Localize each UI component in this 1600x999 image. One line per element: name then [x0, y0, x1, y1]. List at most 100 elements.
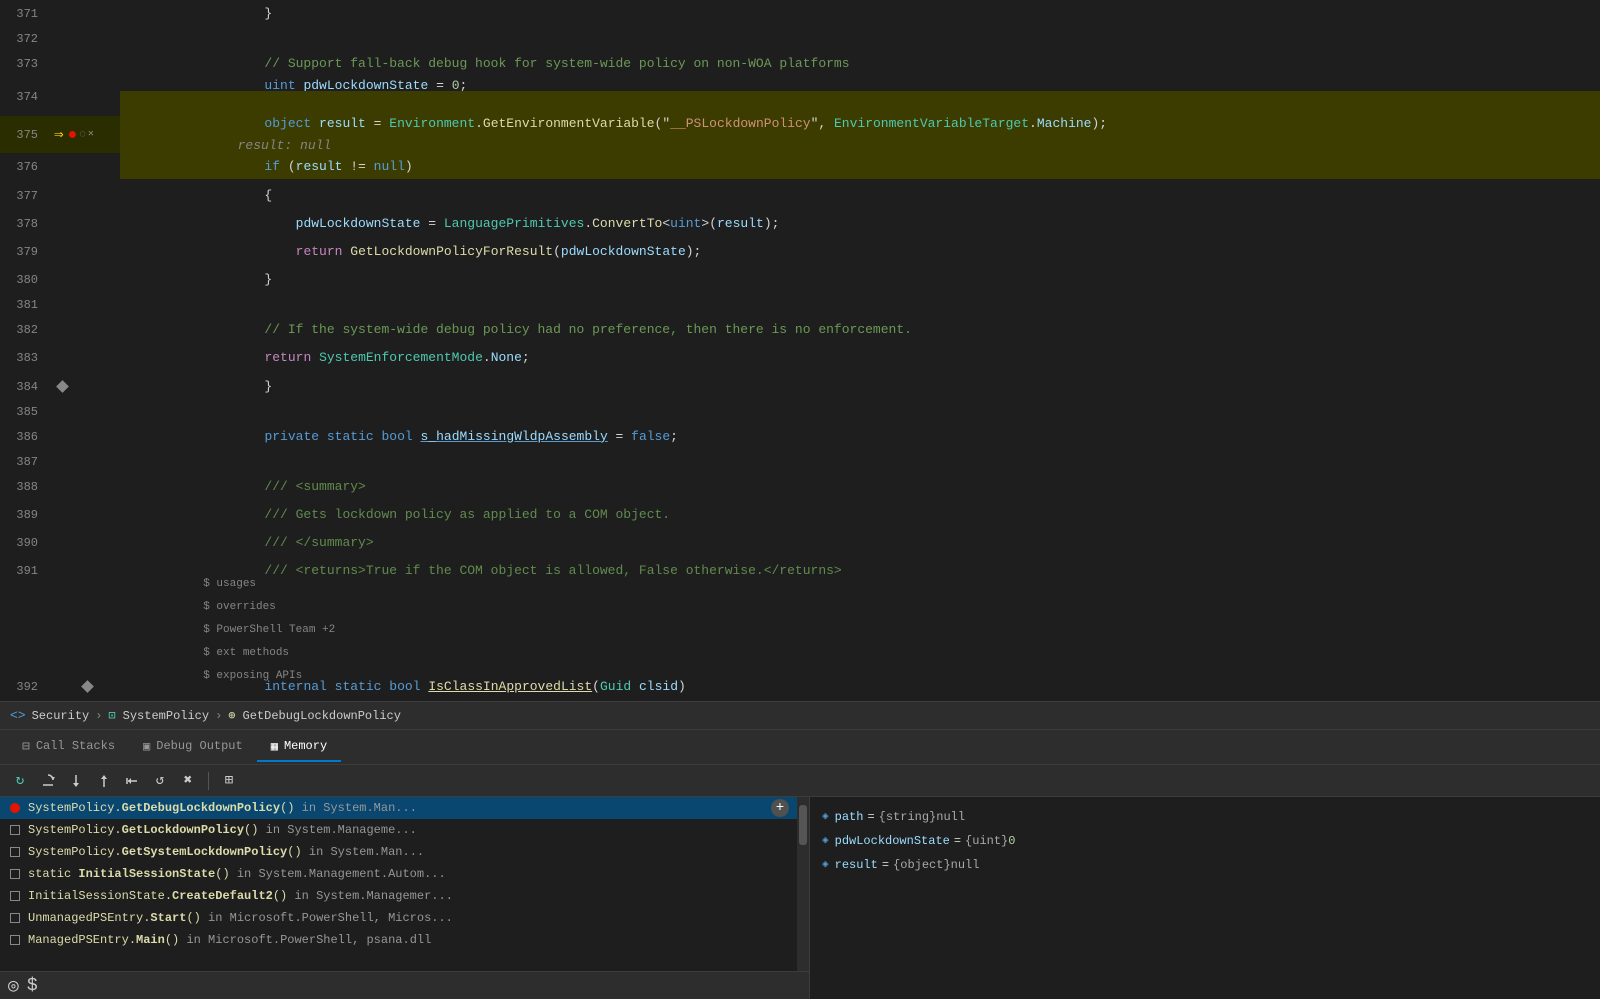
- tab-memory-label: Memory: [284, 739, 327, 753]
- diamond-icon: [81, 681, 94, 694]
- tab-call-stacks[interactable]: ⊟ Call Stacks: [8, 733, 129, 762]
- class-icon: ⊡: [108, 708, 115, 723]
- cs-gray-icon-4: [8, 889, 22, 903]
- breadcrumb-security[interactable]: Security: [32, 709, 90, 723]
- cs-lib-4: in System.Managemer...: [287, 889, 453, 903]
- var-equals-path: =: [867, 807, 874, 827]
- line-number: .: [0, 618, 50, 640]
- line-number: 386: [0, 426, 50, 448]
- tab-debug-output[interactable]: ▣ Debug Output: [129, 733, 257, 762]
- call-stack-item-6[interactable]: ManagedPSEntry.Main() in Microsoft.Power…: [0, 929, 797, 951]
- var-icon-pdw: ◈: [822, 831, 829, 851]
- cs-method-2: SystemPolicy.GetSystemLockdownPolicy(): [28, 845, 302, 859]
- line-number: 377: [0, 185, 50, 207]
- breadcrumb-sep1: ›: [95, 709, 102, 723]
- step-over-button[interactable]: [36, 769, 60, 793]
- var-name-path: path: [835, 807, 864, 827]
- var-icon-result: ◈: [822, 855, 829, 875]
- line-number: 371: [0, 3, 50, 25]
- step-out-icon: [95, 772, 113, 790]
- line-number: 382: [0, 319, 50, 341]
- continue-button[interactable]: ↻: [8, 769, 32, 793]
- call-stack-item-2[interactable]: SystemPolicy.GetSystemLockdownPolicy() i…: [0, 841, 797, 863]
- line-content[interactable]: internal static bool IsClassInApprovedLi…: [120, 654, 1600, 701]
- line-number: 374: [0, 86, 50, 108]
- cs-lib-5: in Microsoft.PowerShell, Micros...: [201, 911, 453, 925]
- cs-gray-icon-1: [8, 823, 22, 837]
- code-area: 371 } 372 373 // Support fall-back debug: [0, 0, 1600, 701]
- var-equals-pdw: =: [954, 831, 961, 851]
- step-into-icon: [67, 772, 85, 790]
- toolbar-row: ↻: [0, 765, 1600, 797]
- var-name-result: result: [835, 855, 878, 875]
- var-type-pdw: {uint}: [965, 831, 1008, 851]
- cs-lib-0: in System.Man...: [294, 801, 416, 815]
- terminal-icon[interactable]: $: [27, 976, 38, 996]
- var-item-pdwlockdownstate: ◈ pdwLockdownState = {uint} 0: [818, 829, 1592, 853]
- line-number: 375: [0, 124, 50, 146]
- step-over-icon: [39, 772, 57, 790]
- breakpoint-icon: ●: [68, 124, 78, 146]
- cs-lib-1: in System.Manageme...: [258, 823, 416, 837]
- call-stack-item-1[interactable]: SystemPolicy.GetLockdownPolicy() in Syst…: [0, 819, 797, 841]
- line-number: 372: [0, 28, 50, 50]
- step-out-button[interactable]: [92, 769, 116, 793]
- cs-lib-2: in System.Man...: [302, 845, 424, 859]
- cs-lib-6: in Microsoft.PowerShell, psana.dll: [179, 933, 431, 947]
- code-line-392: 392 internal static bool IsClassInApprov…: [0, 673, 1600, 701]
- line-number: 373: [0, 53, 50, 75]
- tab-memory[interactable]: ▦ Memory: [257, 733, 341, 762]
- cs-method-4: InitialSessionState.CreateDefault2(): [28, 889, 287, 903]
- stack-icon: ⊟: [22, 739, 30, 754]
- breadcrumb-systempolicy[interactable]: ⊡ SystemPolicy: [108, 708, 209, 723]
- var-item-path: ◈ path = {string} null: [818, 805, 1592, 829]
- step-into-button[interactable]: [64, 769, 88, 793]
- step-back-icon: [123, 772, 141, 790]
- line-number: 379: [0, 241, 50, 263]
- line-number: 384: [0, 376, 50, 398]
- call-stack-item-0[interactable]: SystemPolicy.GetDebugLockdownPolicy() in…: [0, 797, 797, 819]
- breadcrumb-bar: <> Security › ⊡ SystemPolicy › ⊕ GetDebu…: [0, 701, 1600, 729]
- cs-gray-icon-5: [8, 911, 22, 925]
- line-gutter: ⇒ ● ◌ ✕: [50, 124, 120, 146]
- code-line-386: 386 private static bool s_hadMissingWldp…: [0, 423, 1600, 451]
- line-number: 391: [0, 560, 50, 582]
- cs-method-1: SystemPolicy.GetLockdownPolicy(): [28, 823, 258, 837]
- var-value-result: null: [951, 855, 980, 875]
- tab-debug-output-label: Debug Output: [156, 739, 242, 753]
- variables-panel: ◈ path = {string} null ◈ pdwLockdownStat…: [810, 797, 1600, 999]
- breakpoints-button[interactable]: ⊞: [217, 769, 241, 793]
- var-type-result: {object}: [893, 855, 951, 875]
- call-stack-item-5[interactable]: UnmanagedPSEntry.Start() in Microsoft.Po…: [0, 907, 797, 929]
- code-line-384: 384 }: [0, 373, 1600, 401]
- line-number: 381: [0, 294, 50, 316]
- add-button-0[interactable]: +: [767, 799, 789, 817]
- editor-container: 371 } 372 373 // Support fall-back debug: [0, 0, 1600, 999]
- bottom-tabs: ⊟ Call Stacks ▣ Debug Output ▦ Memory: [0, 730, 1600, 765]
- cs-scrollbar[interactable]: [797, 797, 809, 971]
- debug-arrow-icon: ⇒: [54, 124, 64, 146]
- call-stack-item-3[interactable]: static InitialSessionState() in System.M…: [0, 863, 797, 885]
- cs-gray-icon-6: [8, 933, 22, 947]
- eye-icon[interactable]: ◎: [8, 975, 19, 997]
- breadcrumb-sep2: ›: [215, 709, 222, 723]
- step-icon: ◌: [79, 124, 86, 146]
- step-back-button[interactable]: [120, 769, 144, 793]
- restart-button[interactable]: ↺: [148, 769, 172, 793]
- call-stack-item-4[interactable]: InitialSessionState.CreateDefault2() in …: [0, 885, 797, 907]
- breadcrumb-method[interactable]: ⊕ GetDebugLockdownPolicy: [228, 708, 401, 723]
- line-number: 378: [0, 213, 50, 235]
- var-value-path: null: [936, 807, 965, 827]
- disconnect-button[interactable]: ✖: [176, 769, 200, 793]
- add-icon[interactable]: +: [771, 799, 789, 817]
- cs-method-6: ManagedPSEntry.Main(): [28, 933, 179, 947]
- line-number: 390: [0, 532, 50, 554]
- call-stack-list: SystemPolicy.GetDebugLockdownPolicy() in…: [0, 797, 797, 971]
- breadcrumb-method-label: GetDebugLockdownPolicy: [243, 709, 401, 723]
- line-number: 392: [0, 676, 50, 698]
- cs-gray-icon-3: [8, 867, 22, 881]
- line-number: 380: [0, 269, 50, 291]
- line-number: 376: [0, 156, 50, 178]
- code-line-380: 380 }: [0, 266, 1600, 294]
- cs-method-3: static InitialSessionState(): [28, 867, 230, 881]
